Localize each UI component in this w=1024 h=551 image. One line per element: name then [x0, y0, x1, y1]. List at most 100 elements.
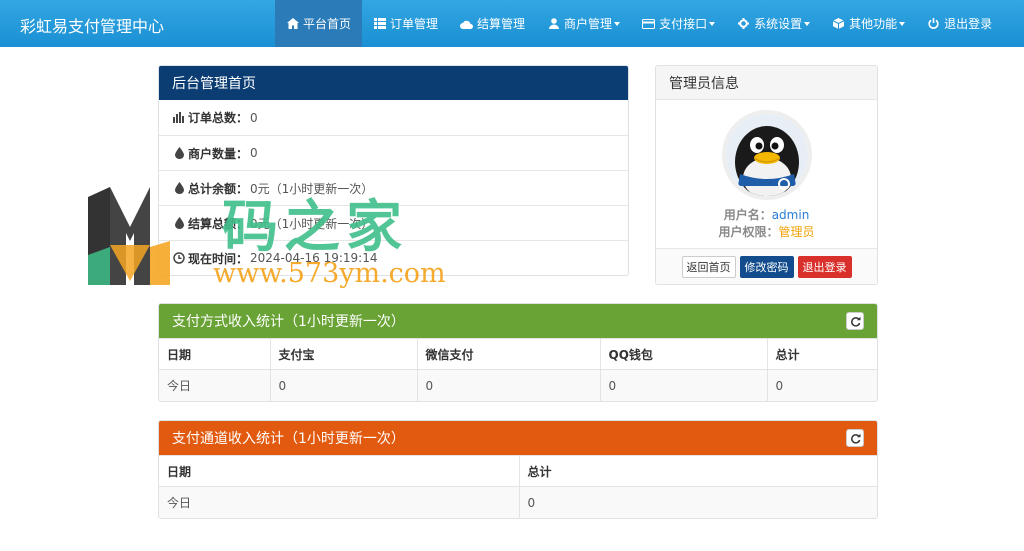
- table-cell: 0: [417, 369, 601, 401]
- table-cell: 0: [767, 369, 877, 401]
- nav-menu: 平台首页 订单管理 结算管理 商户管理 支付接口 系统设置 其他功能 退出登录: [275, 0, 1003, 47]
- panel-title: 支付通道收入统计（1小时更新一次）: [172, 431, 405, 447]
- nav-item-system-settings[interactable]: 系统设置: [726, 0, 821, 47]
- caret-down-icon: [804, 21, 811, 26]
- refresh-button[interactable]: [846, 429, 864, 447]
- brand-title[interactable]: 彩虹易支付管理中心: [20, 13, 164, 37]
- clock-icon: [173, 252, 185, 264]
- nav-item-label: 退出登录: [944, 17, 993, 31]
- avatar: [722, 110, 812, 200]
- penguin-avatar-image: [726, 114, 808, 196]
- table-row: 今日 0 0 0 0: [159, 369, 877, 401]
- row-value: 0: [250, 146, 258, 160]
- cloud-icon: [460, 17, 474, 30]
- row-label: 商户数量：: [188, 146, 249, 161]
- list-item-total-balance: 总计余额： 0元（1小时更新一次）: [159, 170, 628, 205]
- admin-actions: 返回首页 修改密码 退出登录: [656, 248, 877, 284]
- table-cell: 0: [600, 369, 768, 401]
- table-cell: 今日: [159, 486, 520, 518]
- list-item-merchant-count: 商户数量： 0: [159, 135, 628, 170]
- row-label: 订单总数：: [188, 111, 249, 125]
- channel-stats-header: 支付通道收入统计（1小时更新一次）: [159, 421, 877, 455]
- column-header: 微信支付: [417, 338, 601, 370]
- username-line: 用户名：admin: [656, 206, 877, 223]
- payment-stats-header: 支付方式收入统计（1小时更新一次）: [159, 304, 877, 338]
- list-item-order-count: 订单总数： 0: [159, 100, 628, 135]
- nav-item-label: 支付接口: [659, 17, 708, 31]
- channel-stats-panel: 支付通道收入统计（1小时更新一次） 日期 总计 今日 0: [158, 420, 878, 519]
- nav-item-label: 系统设置: [754, 17, 803, 31]
- column-header: 支付宝: [270, 338, 418, 370]
- row-label: 现在时间：: [188, 251, 249, 266]
- overview-panel-header: 后台管理首页: [159, 66, 628, 100]
- column-header: 日期: [159, 455, 520, 487]
- nav-item-label: 结算管理: [477, 17, 526, 31]
- panel-title: 后台管理首页: [172, 76, 256, 92]
- user-icon: [547, 17, 560, 30]
- list-item-current-time: 现在时间： 2024-04-16 19:19:14: [159, 240, 628, 275]
- row-value: 0元（1小时更新一次）: [250, 181, 374, 196]
- payment-stats-table: 日期 支付宝 微信支付 QQ钱包 总计 今日 0 0 0 0: [159, 338, 877, 401]
- home-icon: [286, 17, 299, 30]
- back-home-button[interactable]: 返回首页: [681, 256, 736, 278]
- role-line: 用户权限：管理员: [656, 223, 877, 240]
- panel-title: 管理员信息: [669, 75, 739, 92]
- row-value: 0元（1小时更新一次）: [250, 216, 374, 231]
- gear-icon: [737, 17, 750, 30]
- logout-button[interactable]: 退出登录: [797, 256, 852, 278]
- nav-item-logout[interactable]: 退出登录: [916, 0, 1003, 47]
- droplet-icon: [173, 147, 185, 159]
- power-icon: [927, 17, 940, 30]
- list-item-settlement-total: 结算总额： 0元（1小时更新一次）: [159, 205, 628, 240]
- droplet-icon: [173, 217, 185, 229]
- row-label: 结算总额：: [188, 216, 249, 231]
- nav-item-settlement[interactable]: 结算管理: [449, 0, 536, 47]
- row-value: 2024-04-16 19:19:14: [250, 251, 378, 265]
- table-cell: 今日: [159, 369, 271, 401]
- channel-stats-table: 日期 总计 今日 0: [159, 455, 877, 518]
- column-header: 总计: [519, 455, 877, 487]
- table-cell: 0: [519, 486, 877, 518]
- username-label: 用户名：: [723, 208, 772, 222]
- cube-icon: [832, 17, 845, 30]
- list-icon: [373, 17, 386, 30]
- bar-chart-icon: [173, 112, 185, 124]
- nav-item-label: 订单管理: [390, 17, 439, 31]
- payment-method-stats-panel: 支付方式收入统计（1小时更新一次） 日期 支付宝 微信支付 QQ钱包 总计 今日…: [158, 303, 878, 402]
- refresh-icon: [850, 316, 860, 327]
- table-header-row: 日期 支付宝 微信支付 QQ钱包 总计: [159, 338, 877, 370]
- overview-list: 订单总数： 0 商户数量： 0 总计余额： 0元（1小时更新一次） 结算总额： …: [159, 100, 628, 275]
- role-label: 用户权限：: [718, 225, 779, 239]
- refresh-icon: [850, 433, 860, 444]
- row-value: 0: [250, 110, 258, 125]
- nav-item-other-functions[interactable]: 其他功能: [821, 0, 916, 47]
- nav-item-orders[interactable]: 订单管理: [362, 0, 449, 47]
- nav-item-home[interactable]: 平台首页: [275, 0, 363, 47]
- panel-title: 支付方式收入统计（1小时更新一次）: [172, 314, 405, 330]
- column-header: QQ钱包: [600, 338, 768, 370]
- nav-item-label: 平台首页: [303, 17, 352, 31]
- change-password-button[interactable]: 修改密码: [739, 256, 794, 278]
- top-navbar: 彩虹易支付管理中心 平台首页 订单管理 结算管理 商户管理 支付接口 系统设置: [0, 0, 1024, 47]
- admin-info-panel: 管理员信息 用户名：admin 用户权限：管理员 返回首页 修改密码 退出登录: [655, 65, 878, 285]
- column-header: 总计: [767, 338, 877, 370]
- droplet-icon: [173, 182, 185, 194]
- nav-item-merchants[interactable]: 商户管理: [536, 0, 631, 47]
- nav-item-label: 其他功能: [849, 17, 898, 31]
- column-header: 日期: [159, 338, 271, 370]
- table-row: 今日 0: [159, 486, 877, 518]
- caret-down-icon: [709, 21, 716, 26]
- username-value: admin: [771, 208, 810, 222]
- nav-item-label: 商户管理: [564, 17, 613, 31]
- nav-item-payment-api[interactable]: 支付接口: [631, 0, 726, 47]
- table-header-row: 日期 总计: [159, 455, 877, 487]
- credit-card-icon: [642, 17, 656, 30]
- refresh-button[interactable]: [846, 312, 864, 330]
- caret-down-icon: [899, 21, 906, 26]
- overview-panel: 后台管理首页 订单总数： 0 商户数量： 0 总计余额： 0元（1小时更新一次）…: [158, 65, 629, 276]
- table-cell: 0: [270, 369, 418, 401]
- admin-panel-header: 管理员信息: [656, 66, 877, 100]
- row-label: 总计余额：: [188, 181, 249, 196]
- role-value: 管理员: [778, 225, 815, 239]
- caret-down-icon: [614, 21, 621, 26]
